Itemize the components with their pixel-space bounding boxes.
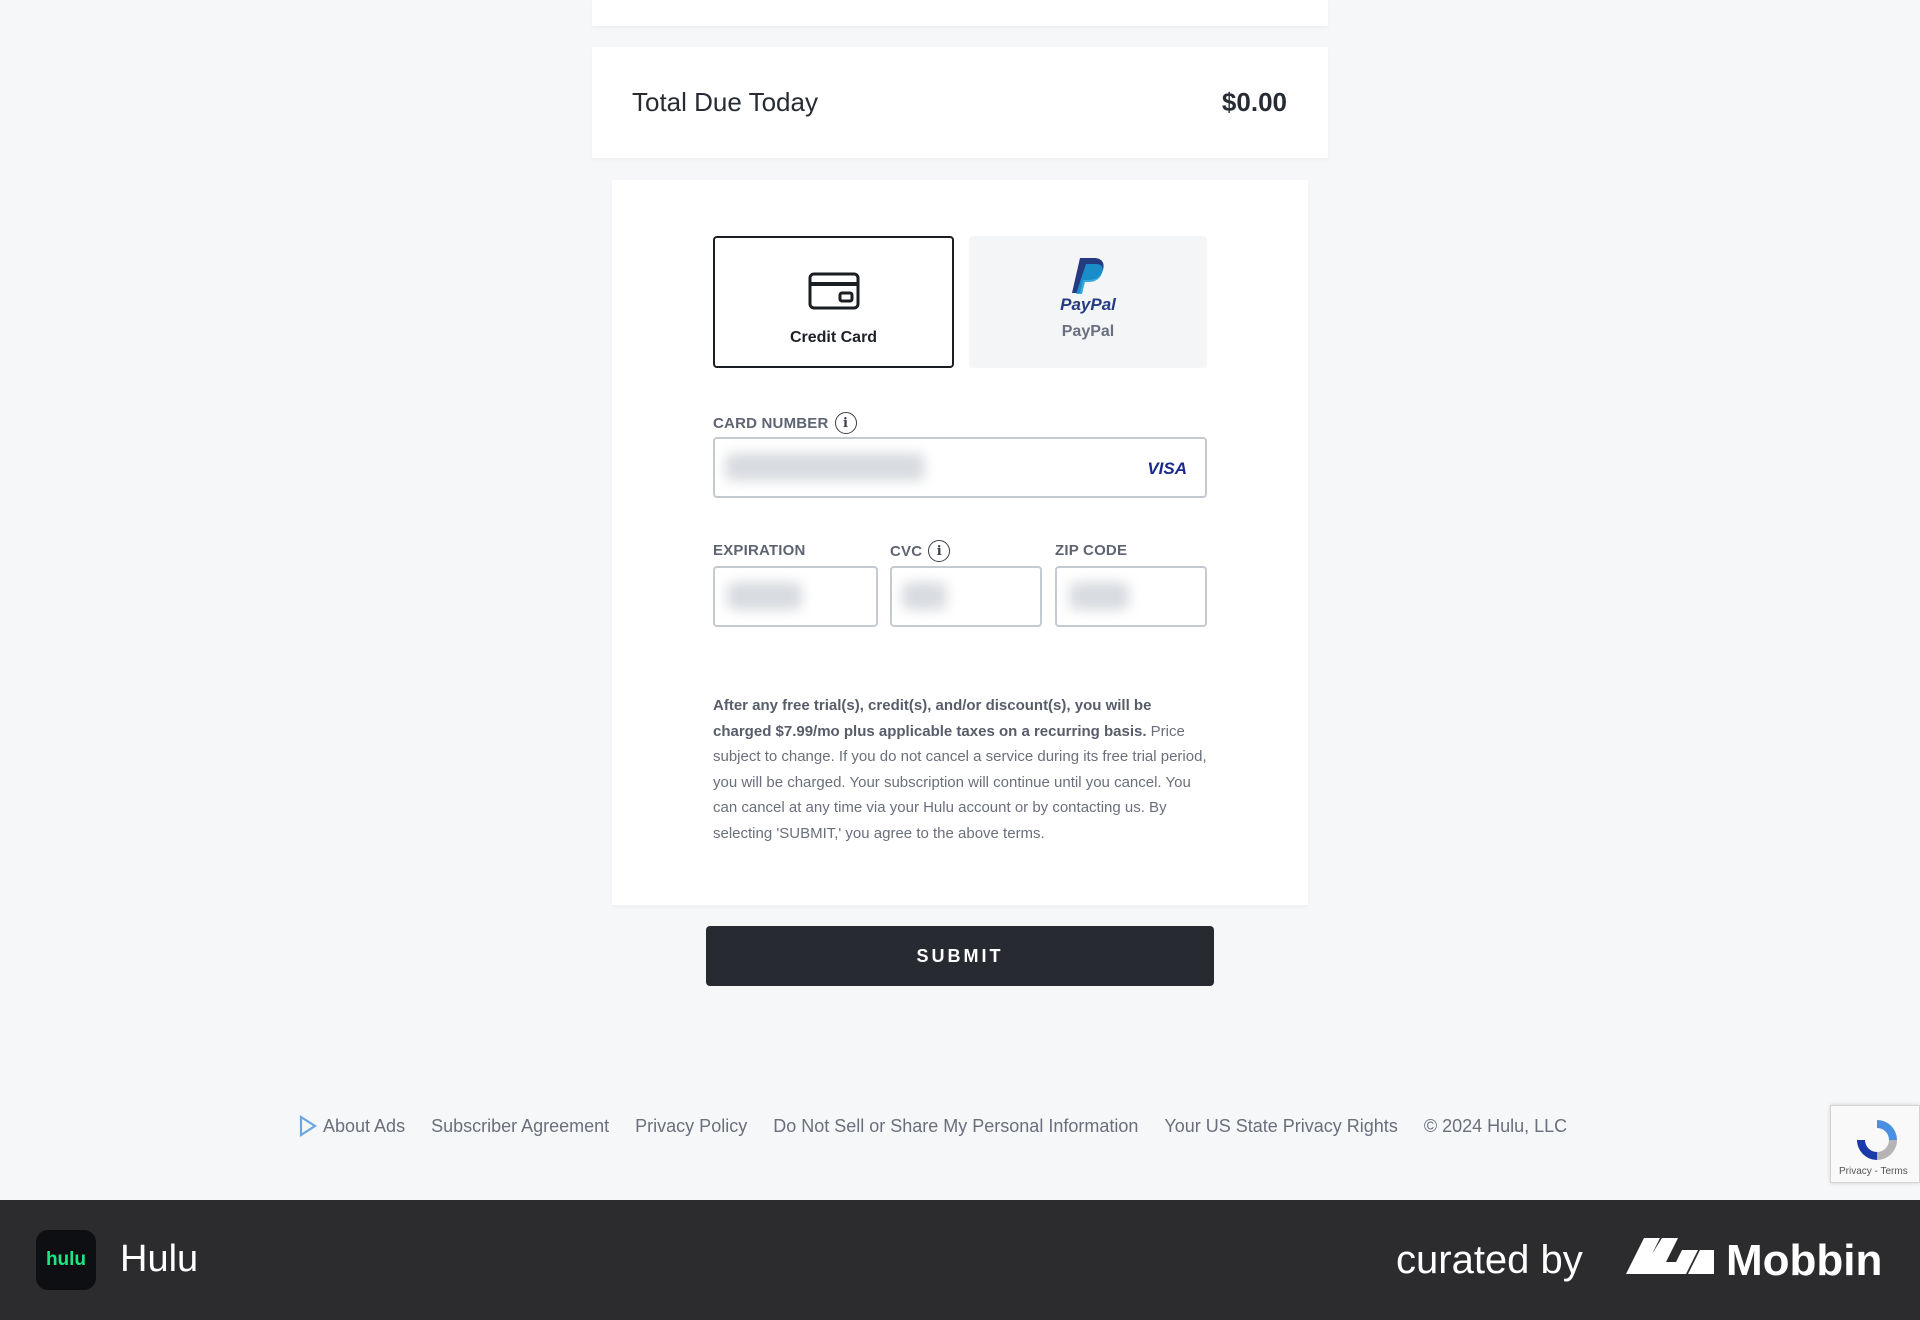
paypal-option[interactable]: PayPal PayPal <box>969 236 1207 368</box>
terms-regular: Price subject to change. If you do not c… <box>713 722 1207 842</box>
footer-links: About Ads Subscriber Agreement Privacy P… <box>298 1115 1567 1137</box>
payment-form-card: Credit Card PayPal PayPal CARD NUMBER i … <box>612 180 1308 905</box>
footer-link-privacy-policy[interactable]: Privacy Policy <box>635 1116 747 1137</box>
credit-card-option[interactable]: Credit Card <box>713 236 954 368</box>
recaptcha-icon <box>1853 1116 1901 1169</box>
credit-card-icon <box>808 272 860 315</box>
footer-link-about-ads[interactable]: About Ads <box>323 1116 405 1137</box>
cvc-input[interactable] <box>890 566 1042 627</box>
recaptcha-badge[interactable]: Privacy - Terms <box>1830 1105 1920 1183</box>
submit-button[interactable]: SUBMIT <box>706 926 1214 986</box>
adchoices-icon <box>298 1115 318 1137</box>
curated-by-text: curated by <box>1396 1238 1583 1282</box>
app-name: Hulu <box>120 1238 199 1280</box>
expiration-label-text: EXPIRATION <box>713 542 806 559</box>
footer-link-state-privacy-rights[interactable]: Your US State Privacy Rights <box>1164 1116 1397 1137</box>
zip-code-label: ZIP CODE <box>1055 542 1127 559</box>
bottom-brand-bar: hulu Hulu curated by Mobbin <box>0 1200 1920 1320</box>
cvc-value-redacted <box>902 582 947 610</box>
expiration-value-redacted <box>727 582 802 610</box>
card-number-info-icon[interactable]: i <box>834 412 857 434</box>
card-number-label-row: CARD NUMBER i <box>713 412 857 434</box>
zip-code-value-redacted <box>1069 582 1129 610</box>
footer-link-subscriber-agreement[interactable]: Subscriber Agreement <box>431 1116 609 1137</box>
mobbin-wordmark: Mobbin <box>1726 1235 1883 1285</box>
expiration-input[interactable] <box>713 566 878 627</box>
footer-copyright: © 2024 Hulu, LLC <box>1423 1115 1568 1136</box>
credit-card-label: Credit Card <box>789 329 878 346</box>
zip-code-input[interactable] <box>1055 566 1207 627</box>
paypal-logo-icon: PayPal <box>1056 256 1120 319</box>
terms-bold: After any free trial(s), credit(s), and/… <box>713 697 1152 740</box>
recaptcha-links[interactable]: Privacy - Terms <box>1839 1166 1908 1177</box>
cvc-info-icon[interactable]: i <box>928 540 951 562</box>
mobbin-logo-icon <box>1626 1234 1714 1287</box>
footer-link-do-not-sell[interactable]: Do Not Sell or Share My Personal Informa… <box>773 1116 1138 1137</box>
subscription-terms: After any free trial(s), credit(s), and/… <box>713 693 1213 846</box>
total-due-amount: $0.00 <box>1221 87 1287 117</box>
total-due-label: Total Due Today <box>632 87 818 117</box>
cvc-label: CVC <box>890 542 923 560</box>
expiration-label: EXPIRATION <box>713 542 806 559</box>
visa-brand-icon: VISA <box>1147 459 1187 478</box>
card-number-label: CARD NUMBER <box>713 414 829 432</box>
svg-text:PayPal: PayPal <box>1060 295 1117 314</box>
zip-code-label-text: ZIP CODE <box>1055 542 1128 559</box>
paypal-label: PayPal <box>1061 323 1115 340</box>
card-number-value-redacted <box>725 453 925 481</box>
cvc-label-row: CVC i <box>890 540 951 562</box>
card-number-input[interactable]: VISA <box>713 437 1207 498</box>
previous-summary-card <box>592 0 1328 26</box>
total-due-card: Total Due Today $0.00 <box>592 47 1328 158</box>
mobbin-brand: Mobbin <box>1626 1234 1882 1287</box>
hulu-app-icon: hulu <box>36 1230 96 1290</box>
